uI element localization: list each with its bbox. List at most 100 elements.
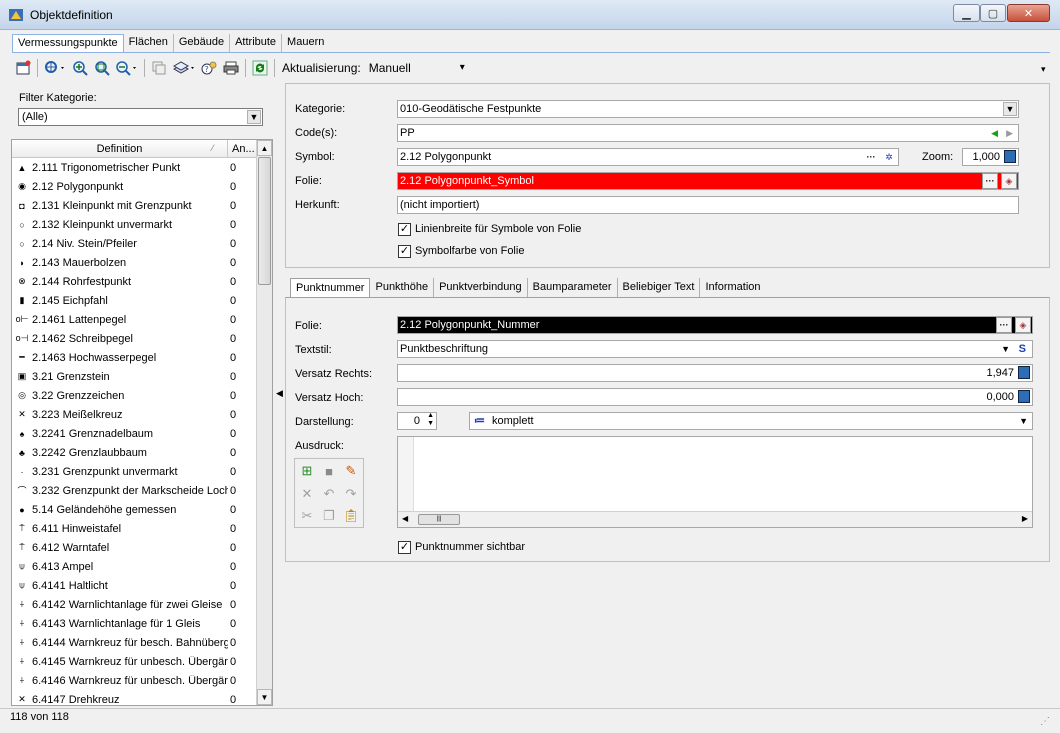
print-icon[interactable] xyxy=(220,57,242,79)
list-item[interactable]: ━ 2.1463 Hochwasserpegel 0 xyxy=(12,348,258,367)
delete-icon[interactable]: ✕ xyxy=(297,484,317,504)
list-item[interactable]: ▣ 3.21 Grenzstein 0 xyxy=(12,367,258,386)
list-item[interactable]: ● 5.14 Geländehöhe gemessen 0 xyxy=(12,500,258,519)
tab-beliebiger-text[interactable]: Beliebiger Text xyxy=(618,278,701,297)
locate-icon[interactable] xyxy=(41,57,69,79)
tab-vermessungspunkte[interactable]: Vermessungspunkte xyxy=(12,34,124,52)
zoom-all-icon[interactable] xyxy=(91,57,113,79)
chevron-down-icon[interactable]: ▼ xyxy=(1019,413,1028,429)
versatz-hoch-field[interactable]: 0,000 xyxy=(397,388,1033,406)
list-item[interactable]: ⍑ 6.412 Warntafel 0 xyxy=(12,538,258,557)
calculator-icon[interactable] xyxy=(1018,390,1030,403)
copy-icon[interactable]: ❐ xyxy=(319,506,339,526)
list-item[interactable]: ♠ 3.2241 Grenznadelbaum 0 xyxy=(12,424,258,443)
refresh-icon[interactable] xyxy=(249,57,271,79)
tab-flaechen[interactable]: Flächen xyxy=(124,34,174,52)
list-item[interactable]: ○ 2.132 Kleinpunkt unvermarkt 0 xyxy=(12,215,258,234)
list-item[interactable]: ○ 2.14 Niv. Stein/Pfeiler 0 xyxy=(12,234,258,253)
list-item[interactable]: ▮ 2.145 Eichpfahl 0 xyxy=(12,291,258,310)
stepper-arrows-icon[interactable]: ▲ ▼ xyxy=(427,413,434,428)
calculator-icon[interactable] xyxy=(1004,150,1016,163)
collapse-left-icon[interactable]: ◀ xyxy=(276,388,283,399)
chevron-down-icon[interactable]: ▼ xyxy=(247,110,261,124)
list-item[interactable]: ⌒ 3.232 Grenzpunkt der Markscheide Loch 0 xyxy=(12,481,258,500)
arrow-left-icon[interactable]: ◀ xyxy=(991,125,998,141)
list-item[interactable]: ◗ 2.143 Mauerbolzen 0 xyxy=(12,253,258,272)
tab-punktnummer[interactable]: Punktnummer xyxy=(290,278,371,297)
list-item[interactable]: ◘ 2.131 Kleinpunkt mit Grenzpunkt 0 xyxy=(12,196,258,215)
toolbar-overflow-icon[interactable]: ▾ xyxy=(1041,64,1046,75)
list-item[interactable]: ♣ 3.2242 Grenzlaubbaum 0 xyxy=(12,443,258,462)
list-item[interactable]: ⍦ 6.4141 Haltlicht 0 xyxy=(12,576,258,595)
cut-icon[interactable]: ✂ xyxy=(297,506,317,526)
calculator-icon[interactable] xyxy=(1018,366,1030,379)
list-item[interactable]: ⍭ 6.4144 Warnkreuz für besch. Bahnüberg 0 xyxy=(12,633,258,652)
list-item[interactable]: ⍭ 6.4146 Warnkreuz für unbesch. Übergär 0 xyxy=(12,671,258,690)
zoom-field[interactable]: 1,000 xyxy=(962,148,1019,166)
darstellung-select[interactable]: ≔ komplett ▼ xyxy=(469,412,1033,430)
ausdruck-editor[interactable]: ◀ ||| ▶ xyxy=(397,436,1033,528)
scrollbar-thumb[interactable] xyxy=(258,157,271,285)
list-item[interactable]: ✕ 6.4147 Drehkreuz 0 xyxy=(12,690,258,706)
list-item[interactable]: ⊗ 2.144 Rohrfestpunkt 0 xyxy=(12,272,258,291)
copy-icon[interactable] xyxy=(148,57,170,79)
layers-icon[interactable] xyxy=(170,57,198,79)
linienbreite-checkbox[interactable]: ✓ xyxy=(398,223,411,236)
list-item[interactable]: ⍑ 6.411 Hinweistafel 0 xyxy=(12,519,258,538)
list-item[interactable]: ⍭ 6.4143 Warnlichtanlage für 1 Gleis 0 xyxy=(12,614,258,633)
scroll-down-icon[interactable]: ▼ xyxy=(257,689,272,705)
list-item[interactable]: ⍦ 6.413 Ampel 0 xyxy=(12,557,258,576)
zoom-icon[interactable] xyxy=(113,57,141,79)
list-item[interactable]: ✕ 3.223 Meißelkreuz 0 xyxy=(12,405,258,424)
list-item[interactable]: ◉ 2.12 Polygonpunkt 0 xyxy=(12,177,258,196)
symbol-preview-icon[interactable]: ✲ xyxy=(881,149,897,165)
redo-icon[interactable]: ↷ xyxy=(341,484,361,504)
list-item[interactable]: o⊣ 2.1462 Schreibpegel 0 xyxy=(12,329,258,348)
layer-icon[interactable]: ◈ xyxy=(1015,317,1031,333)
column-header-count[interactable]: An... xyxy=(229,140,258,158)
scroll-left-icon[interactable]: ◀ xyxy=(402,514,408,523)
tab-information[interactable]: Information xyxy=(700,278,765,297)
pn-folie-field[interactable]: 2.12 Polygonpunkt_Nummer ··· ◈ xyxy=(397,316,1033,334)
tab-attribute[interactable]: Attribute xyxy=(230,34,283,52)
tab-punkthoehe[interactable]: Punkthöhe xyxy=(370,278,435,297)
filter-kategorie-select[interactable]: (Alle) ▼ xyxy=(18,108,263,126)
kategorie-select[interactable]: 010-Geodätische Festpunkte ▼ xyxy=(397,100,1019,118)
zoom-in-icon[interactable] xyxy=(69,57,91,79)
list-item[interactable]: ⍭ 6.4142 Warnlichtanlage für zwei Gleise 0 xyxy=(12,595,258,614)
list-item[interactable]: ◎ 3.22 Grenzzeichen 0 xyxy=(12,386,258,405)
insert-field-icon[interactable]: ⊞ xyxy=(297,461,317,481)
punktnummer-sichtbar-checkbox[interactable]: ✓ xyxy=(398,541,411,554)
scroll-right-icon[interactable]: ▶ xyxy=(1022,514,1028,523)
symbol-field[interactable]: 2.12 Polygonpunkt ··· ✲ xyxy=(397,148,899,166)
versatz-rechts-field[interactable]: 1,947 xyxy=(397,364,1033,382)
undo-icon[interactable]: ↶ xyxy=(319,484,339,504)
paste-icon[interactable]: 📋︎ xyxy=(341,506,361,526)
layer-icon[interactable]: ◈ xyxy=(1001,173,1017,189)
aktualisierung-select[interactable]: Manuell xyxy=(369,59,465,77)
tab-baumparameter[interactable]: Baumparameter xyxy=(528,278,618,297)
folie-field[interactable]: 2.12 Polygonpunkt_Symbol ··· ◈ xyxy=(397,172,1019,190)
darstellung-stepper[interactable]: 0 ▲ ▼ xyxy=(397,412,437,430)
column-header-definition[interactable]: Definition xyxy=(12,140,228,158)
codes-field[interactable]: PP ◀ ▶ xyxy=(397,124,1019,142)
tab-mauern[interactable]: Mauern xyxy=(282,34,329,52)
list-item[interactable]: ▲ 2.111 Trigonometrischer Punkt 0 xyxy=(12,158,258,177)
ellipsis-icon[interactable]: ··· xyxy=(863,149,879,165)
resize-grip-icon[interactable]: ⋰ xyxy=(1040,716,1050,727)
arrow-right-icon[interactable]: ▶ xyxy=(1006,125,1013,141)
symbolfarbe-checkbox[interactable]: ✓ xyxy=(398,245,411,258)
minimize-button[interactable]: ▁ xyxy=(953,4,980,22)
ausdruck-hscrollbar[interactable]: ◀ ||| ▶ xyxy=(398,511,1032,527)
list-item[interactable]: o⊢ 2.1461 Lattenpegel 0 xyxy=(12,310,258,329)
new-object-icon[interactable] xyxy=(12,57,34,79)
pencil-icon[interactable]: ✎ xyxy=(341,461,361,481)
close-button[interactable]: ✕ xyxy=(1007,4,1050,22)
style-editor-icon[interactable]: S xyxy=(1019,341,1026,357)
scroll-up-icon[interactable]: ▲ xyxy=(257,140,272,156)
textstil-select[interactable]: Punktbeschriftung ▼ S xyxy=(397,340,1033,358)
list-item[interactable]: ⍭ 6.4145 Warnkreuz für unbesch. Übergär 0 xyxy=(12,652,258,671)
maximize-button[interactable]: ▢ xyxy=(980,4,1006,22)
chevron-down-icon[interactable]: ▼ xyxy=(1003,102,1017,116)
stop-icon[interactable]: ■ xyxy=(319,461,339,481)
